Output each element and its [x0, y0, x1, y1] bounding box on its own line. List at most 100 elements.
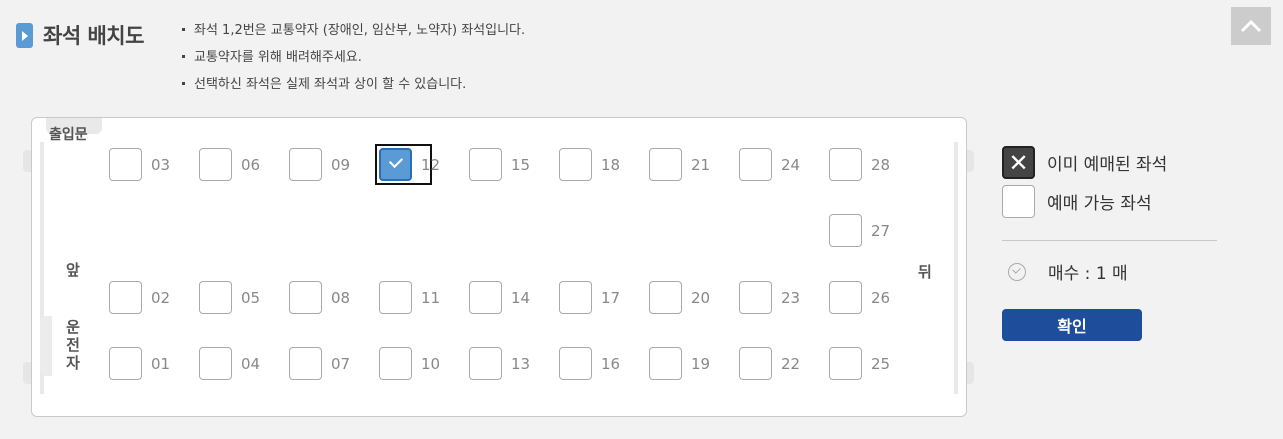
front-label: 앞: [66, 261, 80, 279]
seat-27[interactable]: 27: [829, 214, 919, 250]
seat-checkbox[interactable]: [379, 281, 412, 314]
seat-checkbox[interactable]: [829, 214, 862, 247]
divider: [1002, 240, 1217, 241]
seat-checkbox[interactable]: [829, 347, 862, 380]
seat-15[interactable]: 15: [469, 148, 559, 184]
seat-checkbox[interactable]: [559, 281, 592, 314]
legend-reserved: ✕ 이미 예매된 좌석: [1002, 146, 1167, 179]
seat-19[interactable]: 19: [649, 347, 739, 383]
seat-13[interactable]: 13: [469, 347, 559, 383]
seat-checkbox[interactable]: [109, 347, 142, 380]
seat-checkbox[interactable]: [199, 148, 232, 181]
seat-number: 15: [511, 156, 531, 174]
page-title: 좌석 배치도: [43, 24, 144, 48]
seat-number: 23: [781, 289, 801, 307]
seat-11[interactable]: 11: [379, 281, 469, 317]
seat-checkbox[interactable]: [469, 281, 502, 314]
notice-list: 좌석 1,2번은 교통약자 (장애인, 임산부, 노약자) 좌석입니다. 교통약…: [182, 20, 525, 101]
driver-label: 운전자: [66, 318, 80, 372]
seat-number: 19: [691, 355, 711, 373]
seat-number: 06: [241, 156, 261, 174]
seat-26[interactable]: 26: [829, 281, 919, 317]
seat-checkbox[interactable]: [199, 281, 232, 314]
seat-07[interactable]: 07: [289, 347, 379, 383]
seat-checkbox[interactable]: [829, 148, 862, 181]
seat-checkbox[interactable]: [289, 148, 322, 181]
entrance-label: 출입문: [49, 127, 88, 143]
seat-checkbox[interactable]: [469, 148, 502, 181]
seat-number: 17: [601, 289, 621, 307]
seat-checkbox[interactable]: [649, 281, 682, 314]
seat-number: 16: [601, 355, 621, 373]
seat-03[interactable]: 03: [109, 148, 199, 184]
seat-14[interactable]: 14: [469, 281, 559, 317]
seat-checkbox[interactable]: [739, 148, 772, 181]
seat-number: 04: [241, 355, 261, 373]
seat-checkbox[interactable]: [109, 281, 142, 314]
empty-seat-icon: [1002, 185, 1035, 218]
seat-number: 05: [241, 289, 261, 307]
seat-22[interactable]: 22: [739, 347, 829, 383]
seat-number: 02: [151, 289, 171, 307]
map-right-wall: [954, 142, 958, 394]
seat-checkbox[interactable]: [379, 347, 412, 380]
seat-05[interactable]: 05: [199, 281, 289, 317]
legend-available: 예매 가능 좌석: [1002, 185, 1152, 218]
seat-number: 20: [691, 289, 711, 307]
confirm-button[interactable]: 확인: [1002, 309, 1142, 341]
seat-checkbox[interactable]: [649, 148, 682, 181]
check-circle-icon: [1008, 262, 1026, 281]
seat-06[interactable]: 06: [199, 148, 289, 184]
seat-24[interactable]: 24: [739, 148, 829, 184]
seat-number: 26: [871, 289, 891, 307]
scroll-top-button[interactable]: [1231, 7, 1271, 45]
seat-number: 07: [331, 355, 351, 373]
seat-16[interactable]: 16: [559, 347, 649, 383]
seat-number: 09: [331, 156, 351, 174]
section-header: 좌석 배치도: [16, 20, 144, 50]
chevron-up-icon: [1240, 19, 1262, 33]
seat-17[interactable]: 17: [559, 281, 649, 317]
seat-08[interactable]: 08: [289, 281, 379, 317]
seat-checkbox[interactable]: [469, 347, 502, 380]
seat-checkbox-checked[interactable]: [379, 148, 412, 181]
seat-01[interactable]: 01: [109, 347, 199, 383]
seat-checkbox[interactable]: [289, 281, 322, 314]
seat-09[interactable]: 09: [289, 148, 379, 184]
seat-checkbox[interactable]: [289, 347, 322, 380]
notice-item: 좌석 1,2번은 교통약자 (장애인, 임산부, 노약자) 좌석입니다.: [182, 20, 525, 47]
seat-number: 13: [511, 355, 531, 373]
seat-12[interactable]: 12: [375, 144, 469, 185]
seat-checkbox[interactable]: [739, 347, 772, 380]
driver-area: [40, 316, 52, 376]
play-marker-icon: [16, 22, 33, 48]
legend-reserved-label: 이미 예매된 좌석: [1047, 155, 1168, 175]
seat-18[interactable]: 18: [559, 148, 649, 184]
seat-checkbox[interactable]: [649, 347, 682, 380]
seat-checkbox[interactable]: [559, 347, 592, 380]
seat-number: 01: [151, 355, 171, 373]
ticket-count-label: 매수 : 1 매: [1048, 264, 1128, 284]
seat-02[interactable]: 02: [109, 281, 199, 317]
seat-number: 24: [781, 156, 801, 174]
seat-checkbox[interactable]: [199, 347, 232, 380]
ticket-count: 매수 : 1 매: [1008, 259, 1128, 284]
seat-10[interactable]: 10: [379, 347, 469, 383]
seat-number: 03: [151, 156, 171, 174]
seat-number: 08: [331, 289, 351, 307]
seat-20[interactable]: 20: [649, 281, 739, 317]
notice-item: 선택하신 좌석은 실제 좌석과 상이 할 수 있습니다.: [182, 74, 525, 101]
seat-23[interactable]: 23: [739, 281, 829, 317]
seat-checkbox[interactable]: [829, 281, 862, 314]
seat-04[interactable]: 04: [199, 347, 289, 383]
seat-number: 27: [871, 222, 891, 240]
seat-checkbox[interactable]: [559, 148, 592, 181]
seat-25[interactable]: 25: [829, 347, 919, 383]
notice-item: 교통약자를 위해 배려해주세요.: [182, 47, 525, 74]
seat-28[interactable]: 28: [829, 148, 919, 184]
seat-checkbox[interactable]: [109, 148, 142, 181]
seat-number: 28: [871, 156, 891, 174]
seat-number: 21: [691, 156, 711, 174]
seat-21[interactable]: 21: [649, 148, 739, 184]
seat-checkbox[interactable]: [739, 281, 772, 314]
